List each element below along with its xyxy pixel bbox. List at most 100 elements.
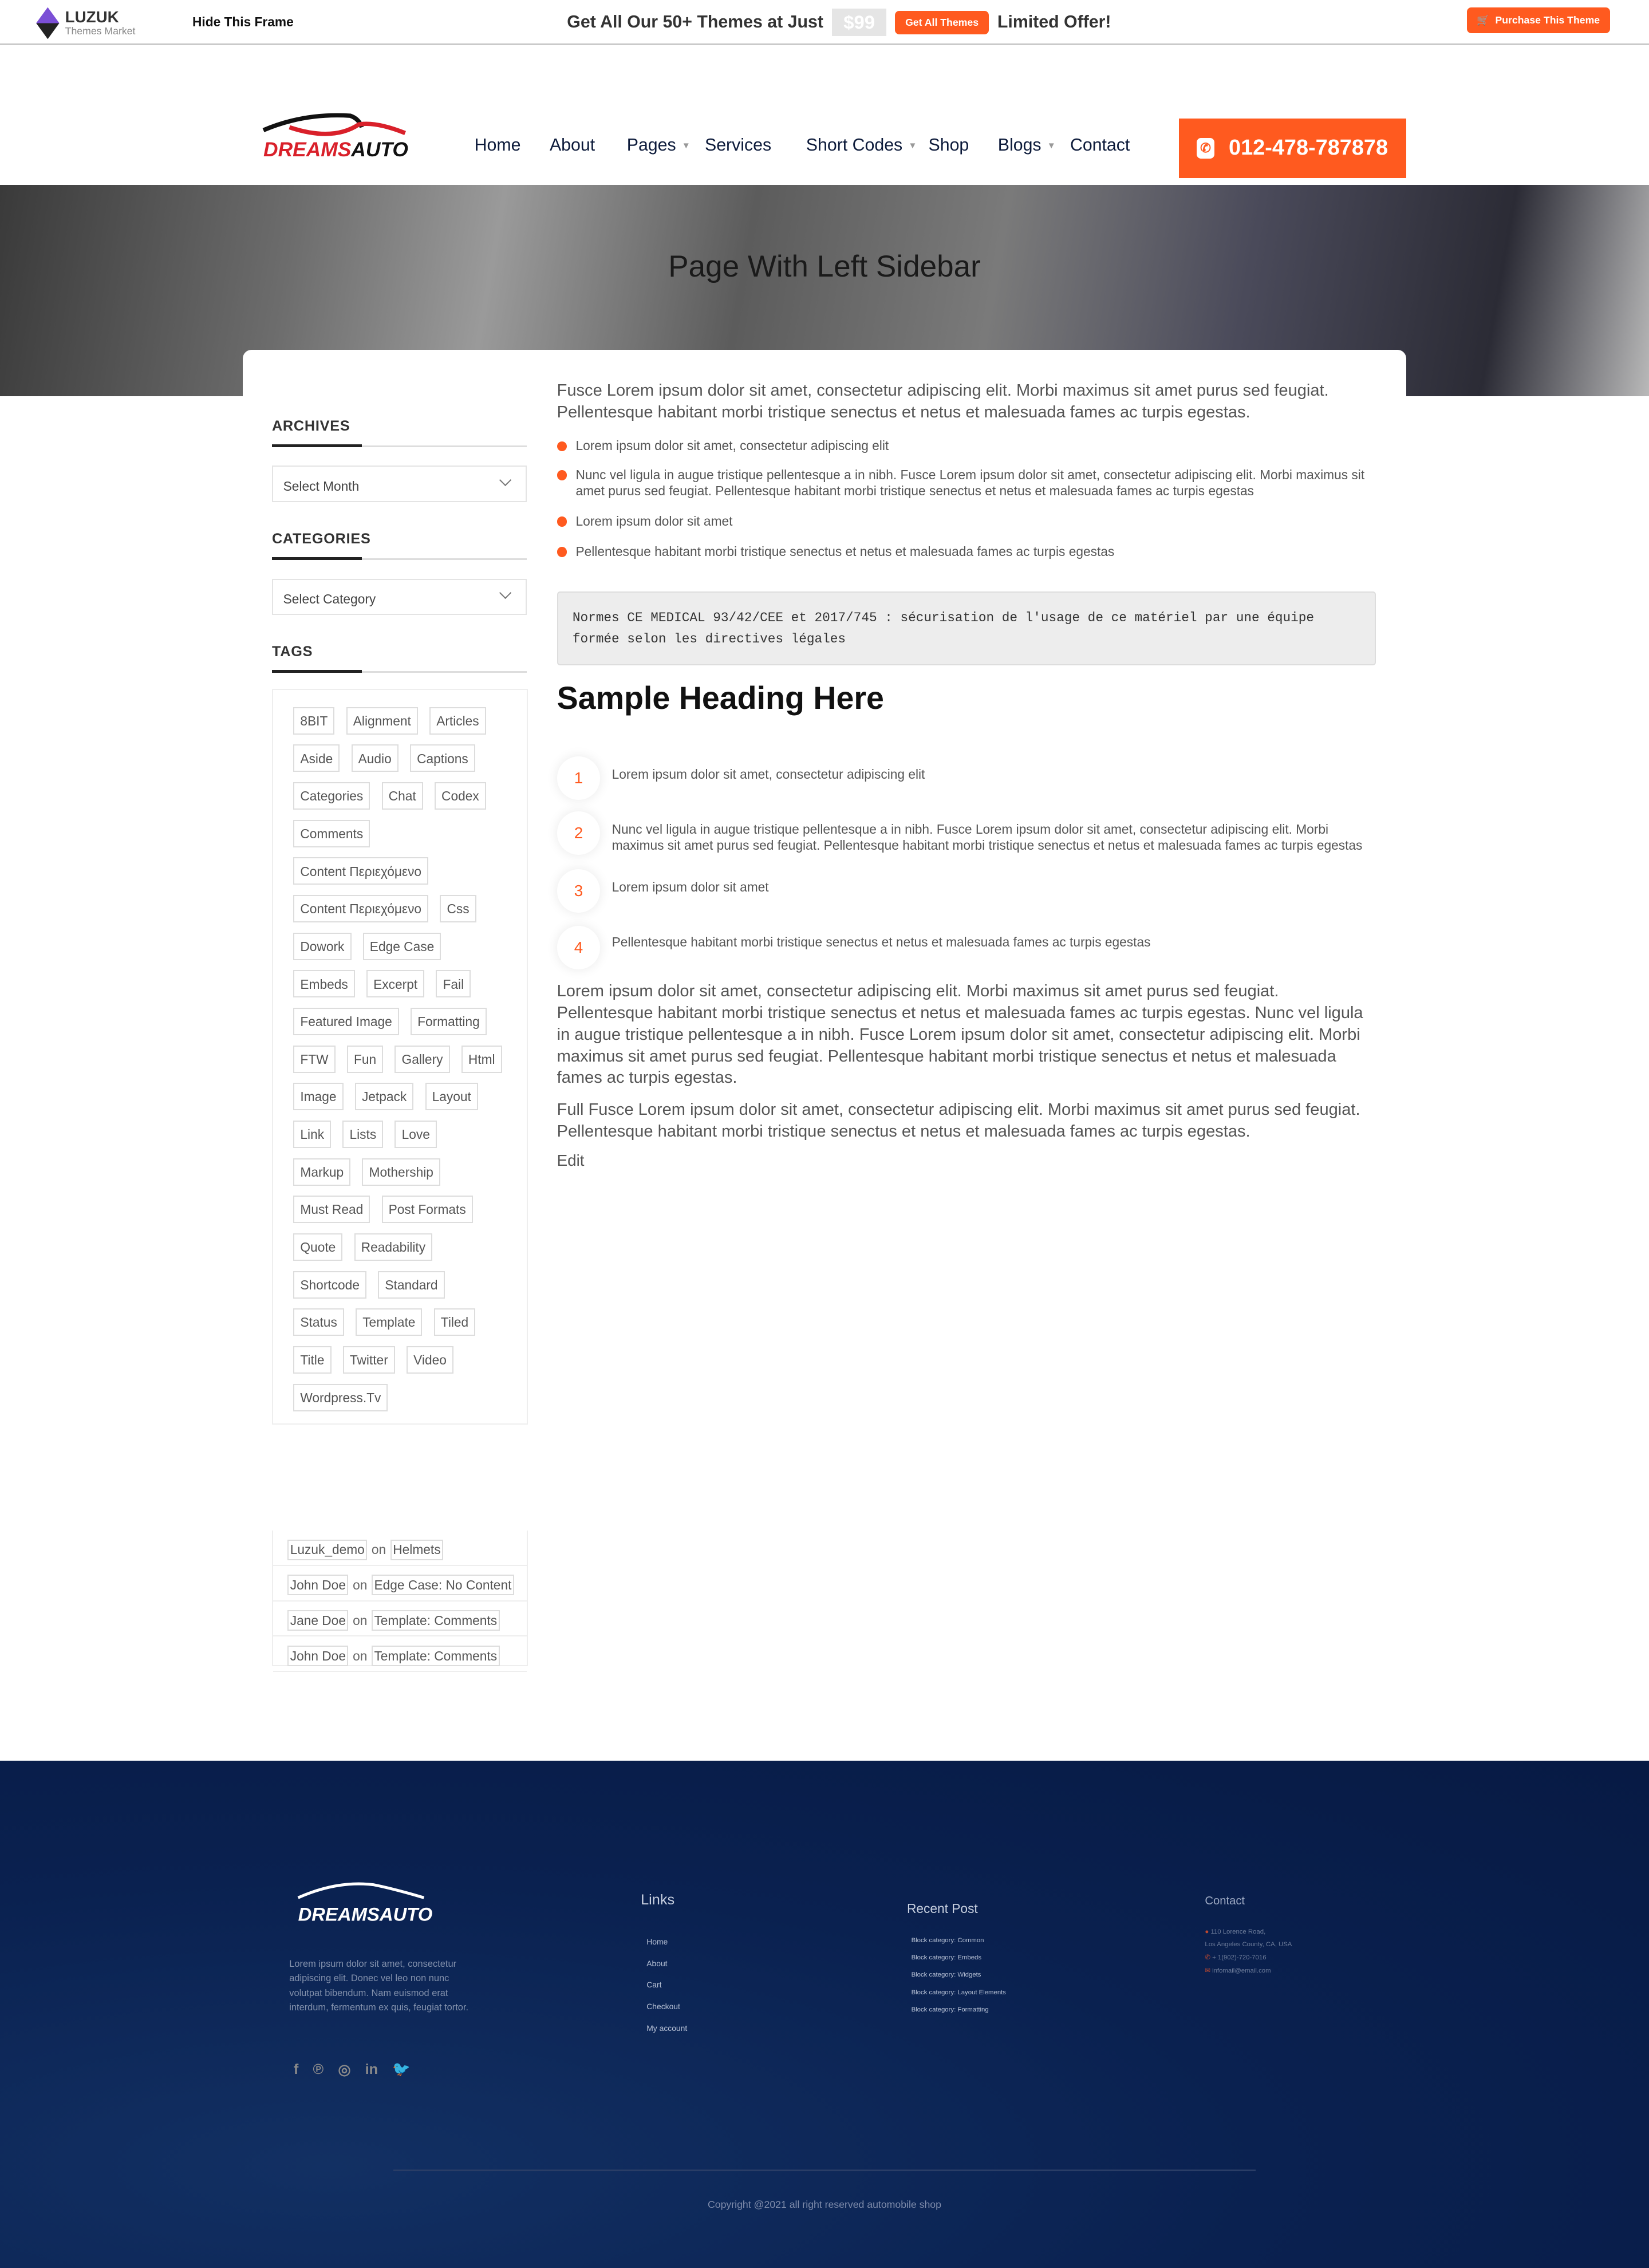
luzuk-logo[interactable]: LUZUK Themes Market: [36, 7, 135, 40]
comment-author-link[interactable]: John Doe: [287, 1575, 349, 1596]
tag-link[interactable]: Gallery: [395, 1045, 450, 1073]
tag-link[interactable]: FTW: [293, 1045, 336, 1073]
tag-link[interactable]: Layout: [425, 1083, 478, 1111]
tag-link[interactable]: Fun: [346, 1045, 384, 1073]
nav-item-contact[interactable]: Contact: [1070, 136, 1130, 155]
tag-link[interactable]: Image: [293, 1083, 344, 1111]
archives-select[interactable]: Select Month: [271, 466, 527, 502]
comment-author-link[interactable]: Jane Doe: [287, 1610, 349, 1631]
tag-link[interactable]: Template: [356, 1308, 423, 1336]
bullet-text: Pellentesque habitant morbi tristique se…: [575, 543, 1115, 559]
comment-post-link[interactable]: Edge Case: No Content: [371, 1575, 514, 1596]
footer-logo[interactable]: DREAMSAUTO: [294, 1880, 439, 1927]
tag-link[interactable]: Lists: [342, 1121, 384, 1149]
limited-offer-text: Limited Offer!: [997, 13, 1111, 32]
edit-link[interactable]: Edit: [557, 1151, 585, 1170]
tag-link[interactable]: Featured Image: [293, 1008, 399, 1036]
tag-link[interactable]: Must Read: [293, 1196, 370, 1224]
comment-post-link[interactable]: Template: Comments: [371, 1610, 500, 1631]
tag-link[interactable]: Aside: [293, 744, 340, 772]
tag-link[interactable]: Markup: [293, 1158, 351, 1186]
car-logo-icon: DREAMSAUTO: [262, 113, 408, 161]
nav-item-short-codes[interactable]: Short Codes ▼: [806, 136, 917, 155]
footer-link-my-account[interactable]: My account: [646, 2024, 687, 2045]
tag-link[interactable]: Post Formats: [381, 1196, 473, 1224]
recent-post-link[interactable]: Block category: Common: [912, 1937, 1006, 1954]
tag-link[interactable]: Quote: [293, 1233, 343, 1261]
nav-item-services[interactable]: Services: [705, 136, 771, 155]
recent-post-link[interactable]: Block category: Widgets: [912, 1971, 1006, 1989]
tag-link[interactable]: Dowork: [293, 932, 352, 960]
instagram-icon[interactable]: ◎: [338, 2061, 350, 2078]
tag-link[interactable]: Link: [293, 1121, 332, 1149]
nav-item-blogs[interactable]: Blogs ▼: [998, 136, 1056, 155]
site-logo[interactable]: DREAMSAUTO: [261, 110, 423, 162]
comment-post-link[interactable]: Template: Comments: [371, 1646, 500, 1667]
chevron-down-icon: [499, 474, 511, 486]
tag-link[interactable]: Excerpt: [366, 970, 425, 998]
categories-select[interactable]: Select Category: [271, 578, 527, 615]
tag-link[interactable]: Twitter: [342, 1346, 395, 1374]
tag-link[interactable]: Content Περιεχόμενο: [293, 895, 429, 923]
tag-link[interactable]: Readability: [354, 1233, 433, 1261]
tag-link[interactable]: Love: [395, 1121, 437, 1149]
links-title: Links: [641, 1892, 675, 1908]
tag-link[interactable]: Title: [293, 1346, 332, 1374]
tag-link[interactable]: 8BIT: [293, 707, 335, 735]
nav-item-shop[interactable]: Shop: [929, 136, 969, 155]
tags-title: TAGS: [271, 644, 313, 660]
recent-post-link[interactable]: Block category: Embeds: [912, 1954, 1006, 1971]
recent-post-link[interactable]: Block category: Layout Elements: [912, 1989, 1006, 2006]
tag-link[interactable]: Standard: [378, 1271, 445, 1299]
tag-link[interactable]: Mothership: [362, 1158, 441, 1186]
footer-link-about[interactable]: About: [646, 1959, 687, 1981]
facebook-icon[interactable]: f: [294, 2061, 298, 2078]
tag-link[interactable]: Wordpress.Tv: [293, 1383, 388, 1411]
pinterest-icon[interactable]: ℗: [313, 2061, 324, 2078]
tag-link[interactable]: Content Περιεχόμενο: [293, 857, 429, 885]
footer-link-checkout[interactable]: Checkout: [646, 2002, 687, 2024]
tag-link[interactable]: Chat: [381, 782, 423, 810]
tag-link[interactable]: Css: [440, 895, 476, 923]
nav-item-home[interactable]: Home: [475, 136, 521, 155]
tag-link[interactable]: Video: [407, 1346, 453, 1374]
comment-post-link[interactable]: Helmets: [390, 1539, 444, 1560]
chevron-down-icon: ▼: [1047, 140, 1056, 151]
tag-link[interactable]: Tiled: [433, 1308, 476, 1336]
footer-link-cart[interactable]: Cart: [646, 1980, 687, 2002]
hide-frame-link[interactable]: Hide This Frame: [192, 14, 294, 30]
tag-link[interactable]: Formatting: [411, 1008, 487, 1036]
tag-link[interactable]: Captions: [410, 744, 475, 772]
twitter-icon[interactable]: 🐦: [392, 2061, 410, 2078]
tag-link[interactable]: Audio: [351, 744, 399, 772]
tag-link[interactable]: Comments: [293, 819, 370, 847]
nav-label: About: [549, 136, 595, 155]
contact-email[interactable]: infomail@email.com: [1212, 1967, 1271, 1974]
comment-author-link[interactable]: John Doe: [287, 1646, 349, 1667]
nav-item-about[interactable]: About: [550, 136, 595, 155]
contact-phone[interactable]: + 1(902)-720-7016: [1212, 1954, 1266, 1961]
tag-link[interactable]: Jetpack: [354, 1083, 414, 1111]
linkedin-icon[interactable]: in: [365, 2061, 378, 2078]
tag-link[interactable]: Status: [293, 1308, 344, 1336]
tag-link[interactable]: Embeds: [293, 970, 355, 998]
tag-link[interactable]: Edge Case: [362, 932, 441, 960]
nav-label: Blogs: [997, 136, 1042, 155]
tag-link[interactable]: Shortcode: [293, 1271, 367, 1299]
tag-link[interactable]: Alignment: [346, 707, 418, 735]
purchase-theme-button[interactable]: 🛒 Purchase This Theme: [1466, 7, 1610, 34]
tag-link[interactable]: Codex: [434, 782, 486, 810]
footer-divider: [393, 2170, 1256, 2171]
footer-link-home[interactable]: Home: [646, 1937, 687, 1959]
phone-button[interactable]: ✆ 012-478-787878: [1178, 119, 1406, 178]
comment-author-link[interactable]: Luzuk_demo: [287, 1539, 368, 1560]
nav-item-pages[interactable]: Pages ▼: [627, 136, 691, 155]
recent-post-link[interactable]: Block category: Formatting: [912, 2006, 1006, 2024]
tag-link[interactable]: Html: [461, 1045, 502, 1073]
get-all-themes-button[interactable]: Get All Themes: [895, 10, 989, 34]
recent-posts: Block category: Common Block category: Em…: [912, 1937, 1006, 2024]
tag-link[interactable]: Categories: [293, 782, 370, 810]
tag-link[interactable]: Articles: [429, 707, 486, 735]
body-paragraph: Lorem ipsum dolor sit amet, consectetur …: [557, 981, 1363, 1087]
tag-link[interactable]: Fail: [436, 970, 471, 998]
